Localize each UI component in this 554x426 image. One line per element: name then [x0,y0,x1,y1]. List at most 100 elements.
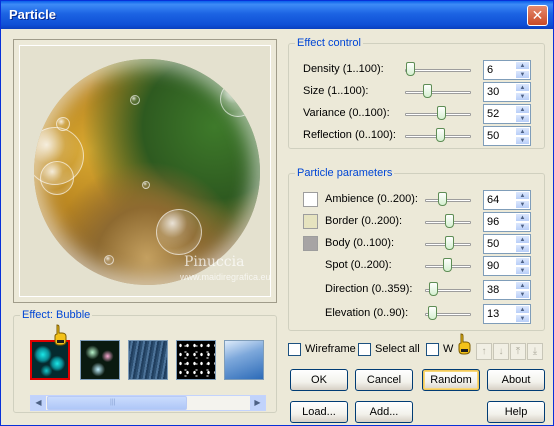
scroll-left-arrow[interactable]: ◀ [31,396,46,410]
effect-thumb-sky[interactable] [224,340,264,380]
reflection-value[interactable]: 50 [487,130,499,142]
elevation-spin-buttons[interactable]: ▲ ▼ [515,305,530,323]
direction-spin-buttons[interactable]: ▲ ▼ [515,281,530,299]
direction-value[interactable]: 38 [487,284,499,296]
close-button[interactable]: ✕ [527,5,548,26]
ok-button[interactable]: OK [290,369,348,391]
particle-parameters-legend: Particle parameters [295,167,395,179]
size-value[interactable]: 30 [487,86,499,98]
variance-spin-buttons[interactable]: ▲ ▼ [515,105,530,123]
spin-down-icon[interactable]: ▼ [515,114,530,123]
scroll-thumb[interactable]: ||| [47,396,187,410]
spot-slider-thumb[interactable] [443,258,452,272]
spin-up-icon[interactable]: ▲ [515,305,530,314]
cancel-button[interactable]: Cancel [355,369,413,391]
variance-row: Variance (0..100): 52 ▲ ▼ [303,104,539,124]
ambience-slider-thumb[interactable] [438,192,447,206]
elevation-value[interactable]: 13 [487,308,499,320]
spin-up-icon[interactable]: ▲ [515,235,530,244]
ambience-value[interactable]: 64 [487,194,499,206]
density-slider-thumb[interactable] [406,62,415,76]
ambience-slider[interactable] [425,199,471,202]
spin-up-icon[interactable]: ▲ [515,61,530,70]
add-button[interactable]: Add... [355,401,413,423]
variance-value[interactable]: 52 [487,108,499,120]
border-spinbox[interactable]: 96 ▲ ▼ [483,212,531,232]
reflection-spin-buttons[interactable]: ▲ ▼ [515,127,530,145]
effect-scrollbar[interactable]: ◀ ||| ▶ [30,395,266,411]
direction-spinbox[interactable]: 38 ▲ ▼ [483,280,531,300]
reflection-spinbox[interactable]: 50 ▲ ▼ [483,126,531,146]
move-top-arrow-icon[interactable]: ⤒ [510,343,526,360]
bubble-particle [40,161,74,195]
elevation-slider-thumb[interactable] [428,306,437,320]
spin-up-icon[interactable]: ▲ [515,213,530,222]
select-all-checkbox[interactable] [358,343,371,356]
reflection-row: Reflection (0..100): 50 ▲ ▼ [303,126,539,146]
load-button[interactable]: Load... [290,401,348,423]
help-button[interactable]: Help [487,401,545,423]
size-slider[interactable] [405,91,471,94]
reflection-slider-thumb[interactable] [436,128,445,142]
spin-up-icon[interactable]: ▲ [515,127,530,136]
body-spin-buttons[interactable]: ▲ ▼ [515,235,530,253]
body-slider-thumb[interactable] [445,236,454,250]
effect-thumb-stars[interactable] [176,340,216,380]
third-checkbox-label[interactable]: W [443,343,453,355]
spin-down-icon[interactable]: ▼ [515,244,530,253]
border-row: Border (0..200): 96 ▲ ▼ [303,212,539,232]
density-value[interactable]: 6 [487,64,493,76]
move-down-arrow-icon[interactable]: ↓ [493,343,509,360]
move-up-arrow-icon[interactable]: ↑ [476,343,492,360]
move-bottom-arrow-icon[interactable]: ⤓ [527,343,543,360]
effect-thumb-bubble[interactable] [30,340,70,380]
title-bar[interactable]: Particle ✕ [1,1,553,29]
body-value[interactable]: 50 [487,238,499,250]
spin-up-icon[interactable]: ▲ [515,83,530,92]
about-button[interactable]: About [487,369,545,391]
variance-slider-thumb[interactable] [437,106,446,120]
variance-spinbox[interactable]: 52 ▲ ▼ [483,104,531,124]
spot-spin-buttons[interactable]: ▲ ▼ [515,257,530,275]
spot-spinbox[interactable]: 90 ▲ ▼ [483,256,531,276]
spin-up-icon[interactable]: ▲ [515,105,530,114]
size-slider-thumb[interactable] [423,84,432,98]
wireframe-label[interactable]: Wireframe [305,343,356,355]
ambience-spin-buttons[interactable]: ▲ ▼ [515,191,530,209]
density-spin-buttons[interactable]: ▲ ▼ [515,61,530,79]
third-checkbox[interactable] [426,343,439,356]
spin-up-icon[interactable]: ▲ [515,191,530,200]
size-spinbox[interactable]: 30 ▲ ▼ [483,82,531,102]
spin-down-icon[interactable]: ▼ [515,222,530,231]
body-color-swatch[interactable] [303,236,318,251]
spin-down-icon[interactable]: ▼ [515,136,530,145]
wireframe-checkbox[interactable] [288,343,301,356]
density-spinbox[interactable]: 6 ▲ ▼ [483,60,531,80]
spin-down-icon[interactable]: ▼ [515,314,530,323]
spot-value[interactable]: 90 [487,260,499,272]
spin-down-icon[interactable]: ▼ [515,70,530,79]
ambience-spinbox[interactable]: 64 ▲ ▼ [483,190,531,210]
random-button[interactable]: Random [422,369,480,391]
spin-up-icon[interactable]: ▲ [515,281,530,290]
elevation-spinbox[interactable]: 13 ▲ ▼ [483,304,531,324]
border-value[interactable]: 96 [487,216,499,228]
spin-down-icon[interactable]: ▼ [515,266,530,275]
direction-slider-thumb[interactable] [429,282,438,296]
effect-thumb-glow-dots[interactable] [80,340,120,380]
size-spin-buttons[interactable]: ▲ ▼ [515,83,530,101]
effect-thumb-rain[interactable] [128,340,168,380]
spin-down-icon[interactable]: ▼ [515,92,530,101]
border-slider-thumb[interactable] [445,214,454,228]
preview-canvas[interactable]: Pinuccia www.maidiregrafica.eu [19,45,271,297]
spin-up-icon[interactable]: ▲ [515,257,530,266]
direction-label: Direction (0..359): [325,283,413,295]
body-spinbox[interactable]: 50 ▲ ▼ [483,234,531,254]
spin-down-icon[interactable]: ▼ [515,200,530,209]
spin-down-icon[interactable]: ▼ [515,290,530,299]
border-color-swatch[interactable] [303,214,318,229]
scroll-right-arrow[interactable]: ▶ [250,396,265,410]
select-all-label[interactable]: Select all [375,343,420,355]
border-spin-buttons[interactable]: ▲ ▼ [515,213,530,231]
ambience-color-swatch[interactable] [303,192,318,207]
